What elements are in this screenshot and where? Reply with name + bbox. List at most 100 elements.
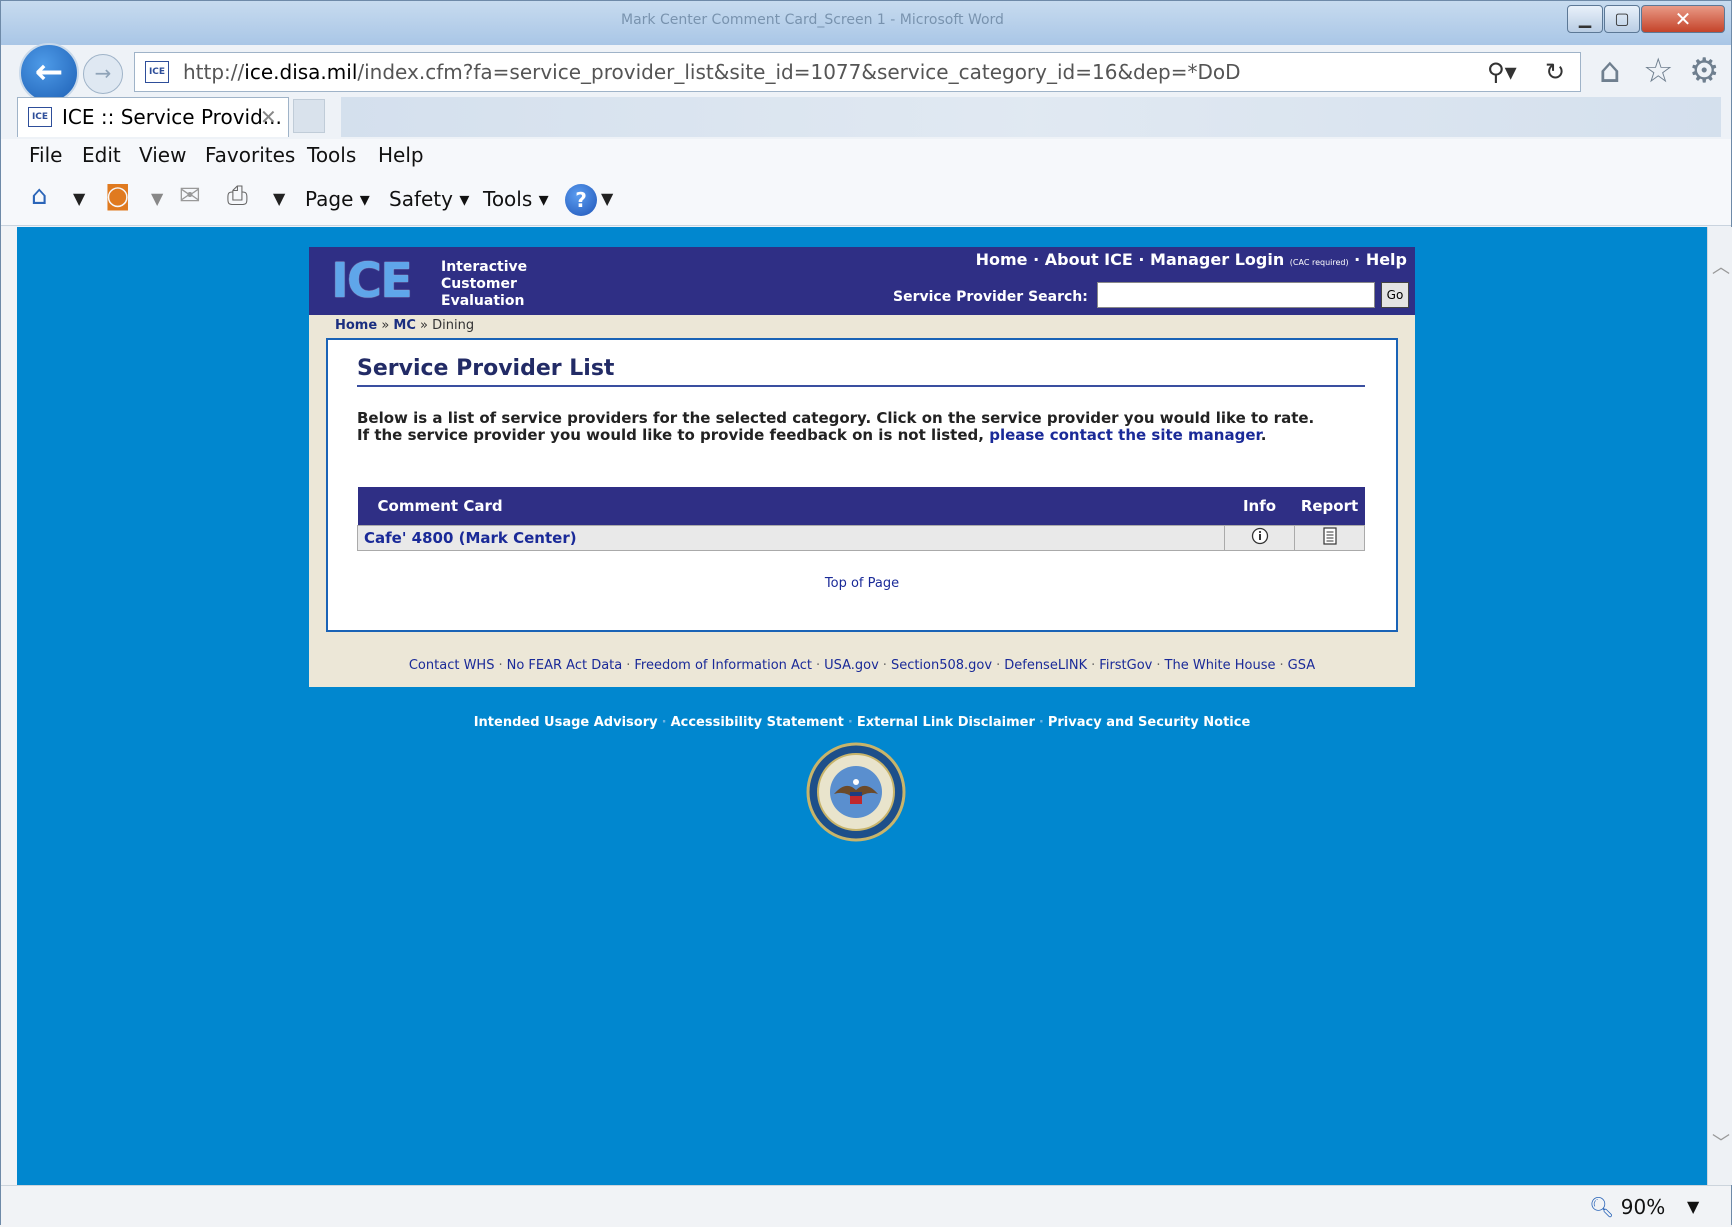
zoom-dropdown-icon[interactable]: ▼ [1687,1197,1699,1216]
header-comment-card: Comment Card [357,487,1225,526]
nav-about-link[interactable]: About ICE [1045,250,1133,269]
footer-link[interactable]: The White House [1165,658,1276,673]
search-go-button[interactable]: Go [1381,282,1409,308]
footer-link[interactable]: DefenseLINK [1004,658,1087,673]
provider-search-input[interactable] [1097,282,1375,308]
provider-search-label: Service Provider Search: [893,289,1088,305]
forward-button[interactable]: → [83,54,123,94]
provider-name-cell: Cafe' 4800 (Mark Center) [357,525,1225,551]
safety-menu[interactable]: Safety ▾ [389,187,469,211]
feeds-icon[interactable]: ◙ [105,181,130,211]
command-bar [1,177,1731,226]
browser-tab[interactable]: ICE ICE :: Service Provid... ✕ [17,97,289,137]
footer-link[interactable]: GSA [1288,658,1315,673]
minimize-button[interactable]: ▁ [1567,5,1603,33]
forward-arrow-icon: → [94,61,112,85]
menu-help[interactable]: Help [378,143,424,167]
service-provider-table: Comment Card Info Report Cafe' 4800 (Mar… [357,487,1365,551]
menu-file[interactable]: File [29,143,62,167]
legal-link[interactable]: External Link Disclaimer [857,715,1035,730]
print-dropdown-icon[interactable]: ▼ [273,189,285,208]
logo-word-evaluation: Evaluation [441,293,525,309]
info-cell [1224,525,1295,551]
intro-line-1: Below is a list of service providers for… [357,409,1315,427]
cac-note: (CAC required) [1289,258,1349,267]
browser-window: Mark Center Comment Card_Screen 1 - Micr… [0,0,1732,1227]
header-info: Info [1224,487,1295,526]
tab-close-icon[interactable]: ✕ [260,98,277,136]
breadcrumb-current: Dining [432,318,475,333]
footer-link[interactable]: USA.gov [824,658,879,673]
tab-label: ICE :: Service Provid... [62,105,282,129]
nav-home-link[interactable]: Home [976,250,1028,269]
mail-icon[interactable]: ✉ [179,181,201,211]
footer-link[interactable]: No FEAR Act Data [507,658,623,673]
breadcrumb-mc[interactable]: MC [393,318,415,333]
nav-help-link[interactable]: Help [1366,250,1407,269]
footer-links: Contact WHS · No FEAR Act Data · Freedom of … [408,658,1316,673]
info-icon[interactable] [1251,527,1269,545]
nav-manager-login-link[interactable]: Manager Login [1150,250,1284,269]
ice-header: ICE Interactive Customer Evaluation Home… [309,247,1415,315]
breadcrumb-home[interactable]: Home [335,318,377,333]
legal-link[interactable]: Privacy and Security Notice [1048,715,1250,730]
footer-link[interactable]: Freedom of Information Act [634,658,812,673]
content-box: Service Provider List Below is a list of… [326,338,1398,632]
menu-edit[interactable]: Edit [82,143,121,167]
print-icon[interactable]: ⎙ [227,181,248,212]
table-header-row: Comment Card Info Report [357,487,1365,526]
intro-line-2: If the service provider you would like t… [357,426,1267,444]
refresh-icon[interactable]: ↻ [1545,53,1565,91]
close-window-button[interactable]: ✕ [1641,5,1725,33]
home-icon[interactable]: ⌂ [1599,51,1621,91]
ice-logo[interactable]: ICE [331,255,413,307]
zoom-level[interactable]: 🔍︎ 90% [1589,1195,1665,1219]
home-dropdown-icon[interactable]: ▼ [73,189,85,208]
ice-top-nav: Home · About ICE · Manager Login (CAC re… [975,250,1407,269]
favorites-star-icon[interactable]: ☆ [1643,51,1673,91]
footer-link[interactable]: Contact WHS [409,658,495,673]
back-arrow-icon: ← [34,52,64,92]
menu-favorites[interactable]: Favorites [205,143,295,167]
page-title: Service Provider List [357,356,615,381]
contact-site-manager-link[interactable]: please contact the site manager [989,426,1261,444]
logo-word-interactive: Interactive [441,259,528,275]
top-of-page-link[interactable]: Top of Page [328,576,1396,591]
breadcrumb: Home » MC » Dining [335,318,475,333]
table-row: Cafe' 4800 (Mark Center) [357,525,1365,551]
page-menu[interactable]: Page ▾ [305,187,370,211]
report-icon[interactable] [1322,527,1338,545]
address-bar[interactable]: ICE http://ice.disa.mil/index.cfm?fa=ser… [134,52,1581,92]
scroll-up-icon[interactable]: ︿ [1712,253,1730,279]
maximize-button[interactable]: ▢ [1604,5,1640,33]
footer-link[interactable]: FirstGov [1099,658,1152,673]
site-favicon-icon: ICE [145,61,169,83]
legal-link[interactable]: Intended Usage Advisory [474,715,658,730]
help-dropdown-icon[interactable]: ▼ [601,189,613,208]
back-button[interactable]: ← [19,43,79,103]
dod-seal-icon [806,742,906,842]
help-icon[interactable]: ? [565,184,597,216]
vertical-scrollbar[interactable]: ︿ ﹀ [1707,227,1732,1185]
tab-favicon-icon: ICE [28,107,52,127]
logo-word-customer: Customer [441,276,517,292]
ice-logo-words: Interactive Customer Evaluation [441,259,527,310]
gear-icon[interactable]: ⚙ [1689,51,1719,91]
title-divider [357,385,1365,387]
provider-link[interactable]: Cafe' 4800 (Mark Center) [358,529,577,547]
legal-link[interactable]: Accessibility Statement [671,715,844,730]
footer-link[interactable]: Section508.gov [891,658,992,673]
menu-tools[interactable]: Tools [307,143,356,167]
feeds-dropdown-icon[interactable]: ▼ [151,189,163,208]
tools-menu[interactable]: Tools ▾ [483,187,549,211]
intro-text: Below is a list of service providers for… [357,410,1367,444]
scroll-down-icon[interactable]: ﹀ [1712,1129,1730,1155]
url-text: http://ice.disa.mil/index.cfm?fa=service… [183,60,1241,84]
window-title: Mark Center Comment Card_Screen 1 - Micr… [621,12,1004,28]
zoom-icon: 🔍︎ [1589,1195,1615,1219]
new-tab-button[interactable] [293,99,325,133]
home-command-icon[interactable]: ⌂ [31,181,48,211]
title-bar: Mark Center Comment Card_Screen 1 - Micr… [1,1,1731,45]
menu-view[interactable]: View [139,143,186,167]
search-icon[interactable]: ⚲▾ [1487,53,1517,91]
